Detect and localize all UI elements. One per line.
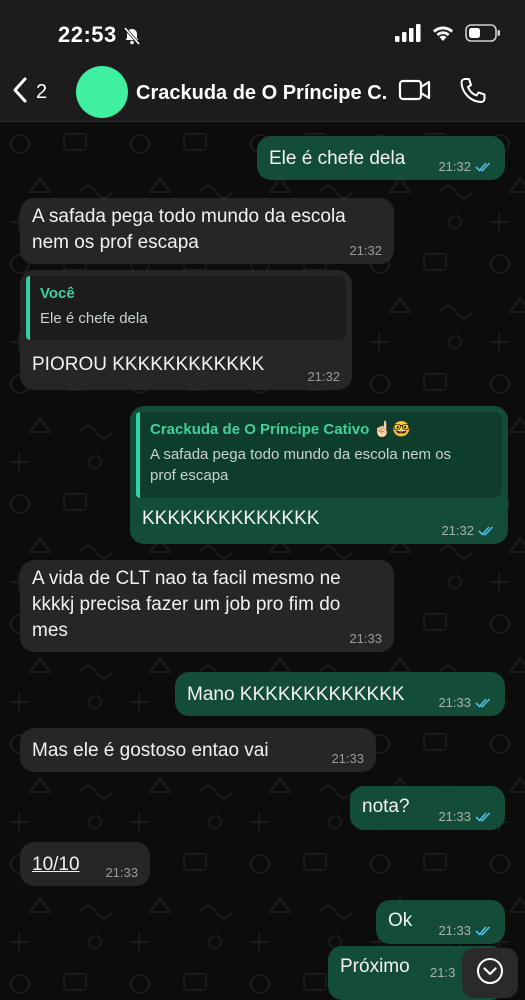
- message-text: Mas ele é gostoso entao vai: [32, 740, 269, 761]
- message-time: 21:32: [349, 243, 382, 258]
- chat-area[interactable]: Ele é chefe dela 21:32 A safada pega tod…: [0, 122, 525, 1000]
- message-incoming[interactable]: A vida de CLT nao ta facil mesmo ne kkkk…: [20, 560, 394, 652]
- quoted-message[interactable]: Crackuda de O Príncipe Cativo ☝🏻🤓 A safa…: [136, 412, 502, 498]
- message-incoming[interactable]: 10/10 21:33: [20, 842, 150, 886]
- message-outgoing-reply[interactable]: Crackuda de O Príncipe Cativo ☝🏻🤓 A safa…: [130, 406, 508, 544]
- message-outgoing[interactable]: nota? 21:33: [350, 786, 505, 830]
- quote-author: Crackuda de O Príncipe Cativo ☝🏻🤓: [150, 421, 411, 438]
- message-text: KKKKKKKKKKKKKK: [142, 508, 320, 529]
- message-time: 21:33: [438, 696, 493, 710]
- chat-title[interactable]: Crackuda de O Príncipe C...: [136, 82, 388, 105]
- message-time: 21:32: [307, 369, 340, 384]
- message-outgoing[interactable]: Ele é chefe dela 21:32: [257, 136, 505, 180]
- message-text: Ele é chefe dela: [269, 148, 406, 169]
- chat-header: 2 Crackuda de O Príncipe C...: [0, 62, 525, 122]
- quote-text: A safada pega todo mundo da escola nem o…: [150, 446, 452, 484]
- message-text: PIOROU KKKKKKKKKKKK: [32, 354, 265, 375]
- message-text: Próximo: [340, 956, 410, 977]
- message-incoming[interactable]: A safada pega todo mundo da escola nem o…: [20, 198, 394, 264]
- wifi-icon: [431, 24, 455, 47]
- message-incoming-reply[interactable]: Você Ele é chefe dela PIOROU KKKKKKKKKKK…: [20, 270, 352, 390]
- avatar[interactable]: [76, 66, 128, 118]
- unread-count: 2: [36, 81, 48, 103]
- message-text: Mano KKKKKKKKKKKKK: [187, 684, 405, 705]
- message-text: nota?: [362, 796, 410, 817]
- message-outgoing[interactable]: Ok 21:33: [376, 900, 505, 944]
- message-text: A vida de CLT nao ta facil mesmo ne kkkk…: [32, 568, 341, 641]
- status-bar: 22:53: [0, 0, 525, 62]
- message-time: 21:33: [438, 810, 493, 824]
- chevron-down-icon: [475, 956, 505, 991]
- back-button[interactable]: 2: [12, 76, 47, 109]
- video-icon[interactable]: [398, 78, 432, 107]
- double-check-icon: [475, 812, 491, 822]
- message-time: 21:3: [430, 965, 456, 980]
- signal-icon: [395, 24, 421, 47]
- double-check-icon: [475, 162, 491, 172]
- double-check-icon: [475, 698, 491, 708]
- scroll-to-bottom-button[interactable]: [462, 948, 518, 998]
- message-text: Ok: [388, 910, 413, 931]
- status-time: 22:53: [58, 22, 117, 47]
- chevron-left-icon: [12, 76, 28, 109]
- quote-text: Ele é chefe dela: [40, 310, 148, 327]
- quote-author: Você: [40, 285, 75, 302]
- message-time: 21:32: [438, 160, 493, 174]
- message-time: 21:33: [438, 924, 493, 938]
- message-text: A safada pega todo mundo da escola nem o…: [32, 206, 346, 253]
- bell-slash-icon: [122, 26, 142, 51]
- double-check-icon: [478, 526, 494, 536]
- battery-icon: [465, 24, 501, 47]
- phone-icon[interactable]: [458, 76, 488, 111]
- message-time: 21:33: [349, 631, 382, 646]
- message-time: 21:33: [331, 751, 364, 766]
- message-outgoing[interactable]: Mano KKKKKKKKKKKKK 21:33: [175, 672, 505, 716]
- double-check-icon: [475, 926, 491, 936]
- message-time: 21:32: [441, 524, 496, 538]
- message-text: 10/10: [32, 854, 80, 875]
- message-time: 21:33: [105, 865, 138, 880]
- message-incoming[interactable]: Mas ele é gostoso entao vai 21:33: [20, 728, 376, 772]
- quoted-message[interactable]: Você Ele é chefe dela: [26, 276, 346, 340]
